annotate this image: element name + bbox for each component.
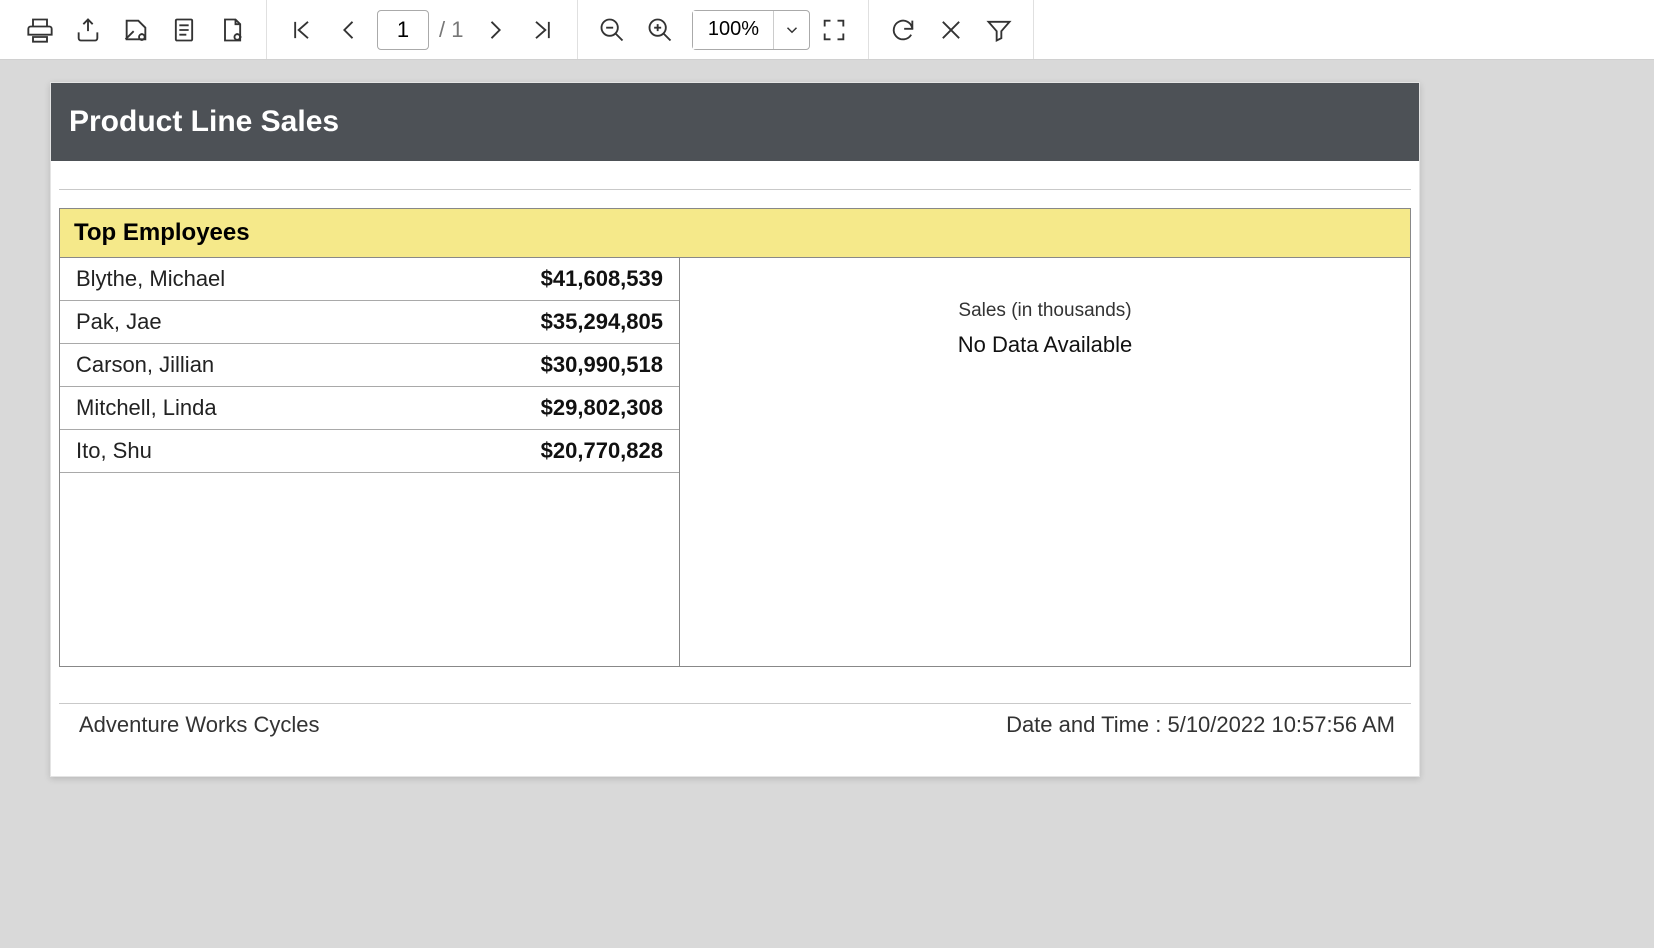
chevron-down-icon xyxy=(783,21,801,39)
zoom-out-icon xyxy=(598,16,626,44)
zoom-combo xyxy=(692,10,810,50)
document-button[interactable] xyxy=(160,6,208,54)
last-page-icon xyxy=(529,16,557,44)
print-button[interactable] xyxy=(16,6,64,54)
toolbar-group-action xyxy=(869,0,1033,59)
table-row: Ito, Shu $20,770,828 xyxy=(60,430,679,473)
table-row: Mitchell, Linda $29,802,308 xyxy=(60,387,679,430)
refresh-button[interactable] xyxy=(879,6,927,54)
employee-name: Mitchell, Linda xyxy=(76,395,217,421)
zoom-dropdown-button[interactable] xyxy=(773,11,809,49)
toolbar-group-nav: / 1 xyxy=(267,0,577,59)
report-footer: Adventure Works Cycles Date and Time : 5… xyxy=(59,703,1411,766)
employee-name: Pak, Jae xyxy=(76,309,162,335)
employee-value: $20,770,828 xyxy=(541,438,663,464)
section-header: Top Employees xyxy=(60,209,1410,258)
table-row: Blythe, Michael $41,608,539 xyxy=(60,258,679,301)
employee-table: Blythe, Michael $41,608,539 Pak, Jae $35… xyxy=(60,258,680,666)
report-body: Top Employees Blythe, Michael $41,608,53… xyxy=(51,161,1419,776)
export-settings-icon xyxy=(122,16,150,44)
send-settings-button[interactable] xyxy=(112,6,160,54)
first-page-button[interactable] xyxy=(277,6,325,54)
page-setup-button[interactable] xyxy=(208,6,256,54)
document-icon xyxy=(170,16,198,44)
page-total-label: / 1 xyxy=(439,17,463,43)
filter-button[interactable] xyxy=(975,6,1023,54)
toolbar-group-zoom xyxy=(578,0,868,59)
last-page-button[interactable] xyxy=(519,6,567,54)
cancel-button[interactable] xyxy=(927,6,975,54)
filter-icon xyxy=(985,16,1013,44)
export-icon xyxy=(74,16,102,44)
prev-page-button[interactable] xyxy=(325,6,373,54)
page-settings-icon xyxy=(218,16,246,44)
print-icon xyxy=(26,16,54,44)
table-row: Carson, Jillian $30,990,518 xyxy=(60,344,679,387)
employee-value: $41,608,539 xyxy=(541,266,663,292)
next-page-button[interactable] xyxy=(471,6,519,54)
export-button[interactable] xyxy=(64,6,112,54)
employee-name: Ito, Shu xyxy=(76,438,152,464)
report-page: Product Line Sales Top Employees Blythe,… xyxy=(50,82,1420,777)
first-page-icon xyxy=(287,16,315,44)
fullscreen-icon xyxy=(820,16,848,44)
report-title: Product Line Sales xyxy=(51,83,1419,161)
chart-panel: Sales (in thousands) No Data Available xyxy=(680,258,1410,666)
employee-name: Carson, Jillian xyxy=(76,352,214,378)
employee-name: Blythe, Michael xyxy=(76,266,225,292)
table-row: Pak, Jae $35,294,805 xyxy=(60,301,679,344)
toolbar-separator xyxy=(1033,0,1034,59)
chevron-left-icon xyxy=(335,16,363,44)
zoom-in-icon xyxy=(646,16,674,44)
top-employees-region: Top Employees Blythe, Michael $41,608,53… xyxy=(59,208,1411,667)
current-page-input[interactable] xyxy=(377,10,429,50)
employee-value: $35,294,805 xyxy=(541,309,663,335)
chart-nodata-message: No Data Available xyxy=(958,332,1133,358)
refresh-icon xyxy=(889,16,917,44)
toolbar-group-file xyxy=(6,0,266,59)
zoom-input[interactable] xyxy=(693,11,773,49)
fit-page-button[interactable] xyxy=(810,6,858,54)
close-icon xyxy=(937,16,965,44)
report-viewport: Product Line Sales Top Employees Blythe,… xyxy=(0,60,1654,948)
employee-value: $30,990,518 xyxy=(541,352,663,378)
chevron-right-icon xyxy=(481,16,509,44)
zoom-out-button[interactable] xyxy=(588,6,636,54)
chart-title: Sales (in thousands) xyxy=(958,300,1131,322)
divider xyxy=(59,189,1411,190)
zoom-in-button[interactable] xyxy=(636,6,684,54)
footer-company: Adventure Works Cycles xyxy=(79,712,319,738)
report-toolbar: / 1 xyxy=(0,0,1654,60)
footer-datetime: Date and Time : 5/10/2022 10:57:56 AM xyxy=(1006,712,1395,738)
employee-value: $29,802,308 xyxy=(541,395,663,421)
